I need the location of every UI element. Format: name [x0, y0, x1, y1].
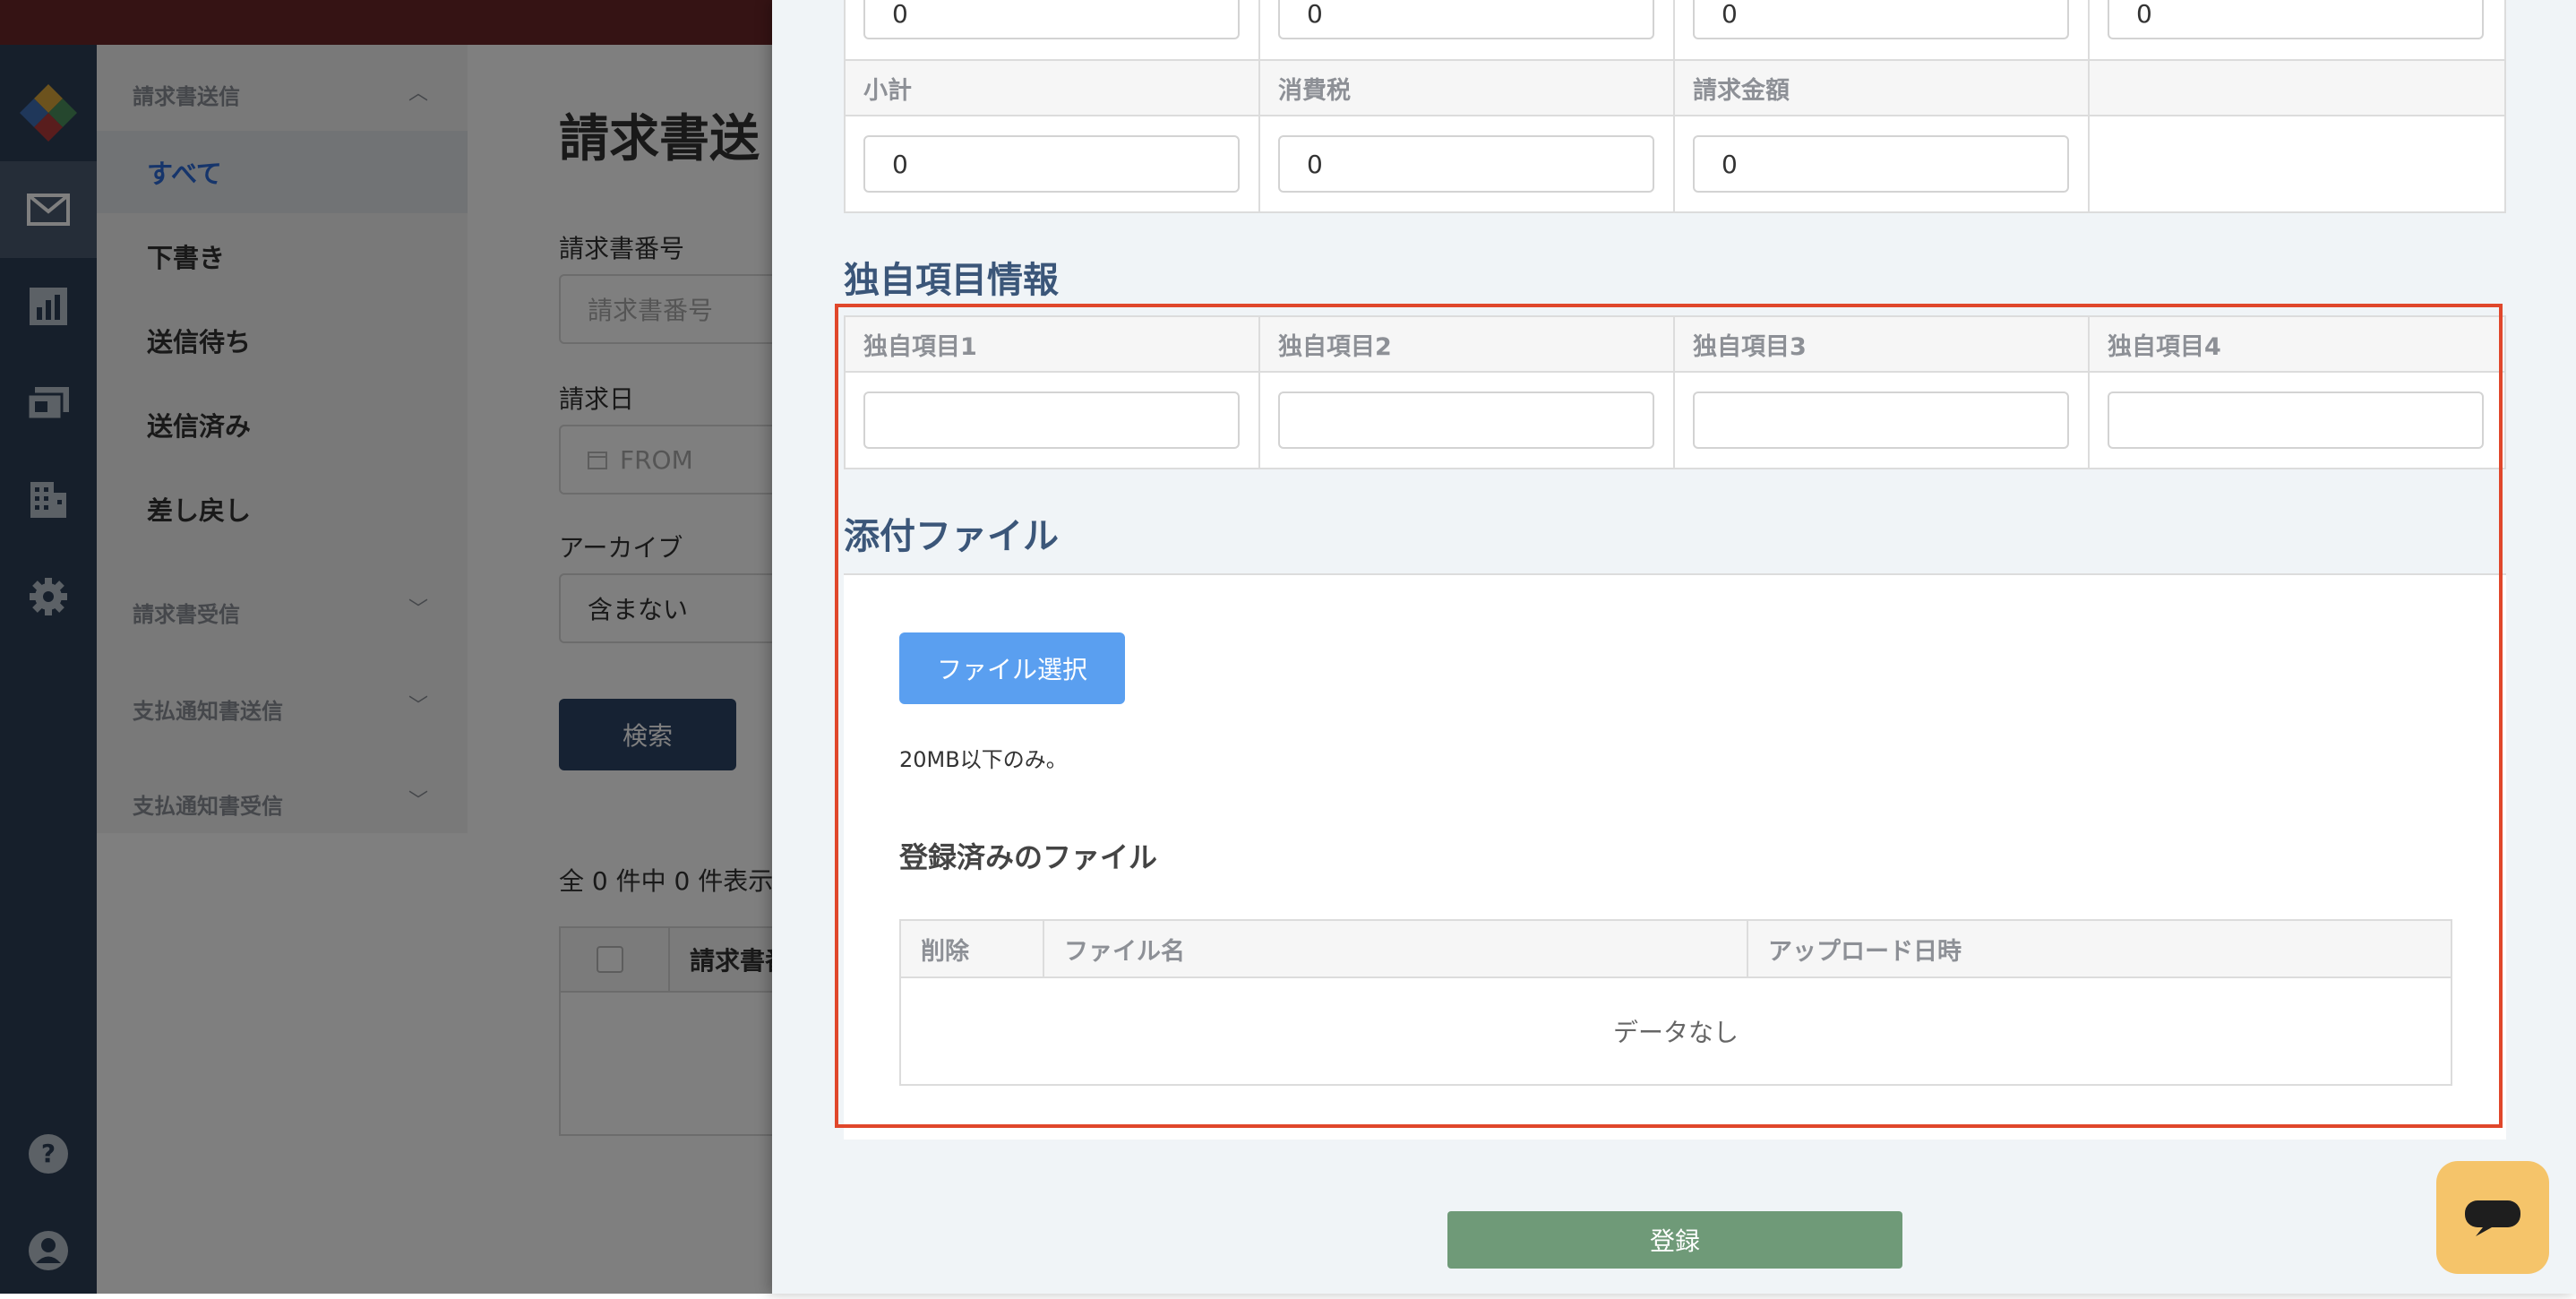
amount-input[interactable]: 0: [2108, 0, 2484, 39]
file-select-button[interactable]: ファイル選択: [899, 632, 1125, 704]
custom-field-3-input[interactable]: [1693, 391, 2069, 449]
chat-button[interactable]: [2436, 1161, 2549, 1274]
subtotal-input[interactable]: 0: [863, 135, 1240, 193]
totals-grid: 小計 消費税 請求金額 0 0 0: [844, 59, 2506, 213]
column-upload-date: アップロード日時: [1768, 937, 1962, 966]
subtotal-header: 小計: [846, 61, 1260, 116]
custom-field-2-input[interactable]: [1278, 391, 1654, 449]
empty-header: [2090, 61, 2504, 116]
amounts-row-partial: 0 0 0 0: [844, 0, 2506, 61]
column-delete: 削除: [901, 921, 1044, 976]
column-file-name: ファイル名: [1044, 921, 1748, 976]
registered-files-table: 削除 ファイル名 アップロード日時 データなし: [899, 919, 2452, 1086]
invoice-edit-drawer: 0 0 0 0 小計 消費税 請求金額 0 0 0 独自項目情報 独自項目1 独…: [772, 0, 2576, 1294]
file-size-note: 20MB以下のみ。: [899, 747, 1068, 772]
custom-fields-title: 独自項目情報: [844, 260, 1059, 301]
registered-files-title: 登録済みのファイル: [899, 840, 1158, 874]
amount-input[interactable]: 0: [863, 0, 1240, 39]
tax-input[interactable]: 0: [1278, 135, 1654, 193]
amount-input[interactable]: 0: [1693, 0, 2069, 39]
empty-table-message: データなし: [1612, 1018, 1739, 1047]
custom-field-4-input[interactable]: [2108, 391, 2484, 449]
invoice-amount-input[interactable]: 0: [1693, 135, 2069, 193]
chat-icon: [2465, 1200, 2520, 1236]
invoice-amount-header: 請求金額: [1675, 61, 2090, 116]
custom-field-1-header: 独自項目1: [846, 317, 1260, 373]
empty-cell: [2090, 116, 2504, 211]
custom-field-4-header: 独自項目4: [2090, 317, 2504, 373]
custom-field-3-header: 独自項目3: [1675, 317, 2090, 373]
attachments-card: ファイル選択 20MB以下のみ。 登録済みのファイル 削除 ファイル名 アップロ…: [844, 573, 2506, 1140]
register-button[interactable]: 登録: [1447, 1211, 1902, 1269]
tax-header: 消費税: [1260, 61, 1675, 116]
amount-input[interactable]: 0: [1278, 0, 1654, 39]
custom-field-1-input[interactable]: [863, 391, 1240, 449]
custom-field-2-header: 独自項目2: [1260, 317, 1675, 373]
custom-fields-grid: 独自項目1 独自項目2 独自項目3 独自項目4: [844, 315, 2506, 469]
attachments-title: 添付ファイル: [844, 516, 1059, 557]
